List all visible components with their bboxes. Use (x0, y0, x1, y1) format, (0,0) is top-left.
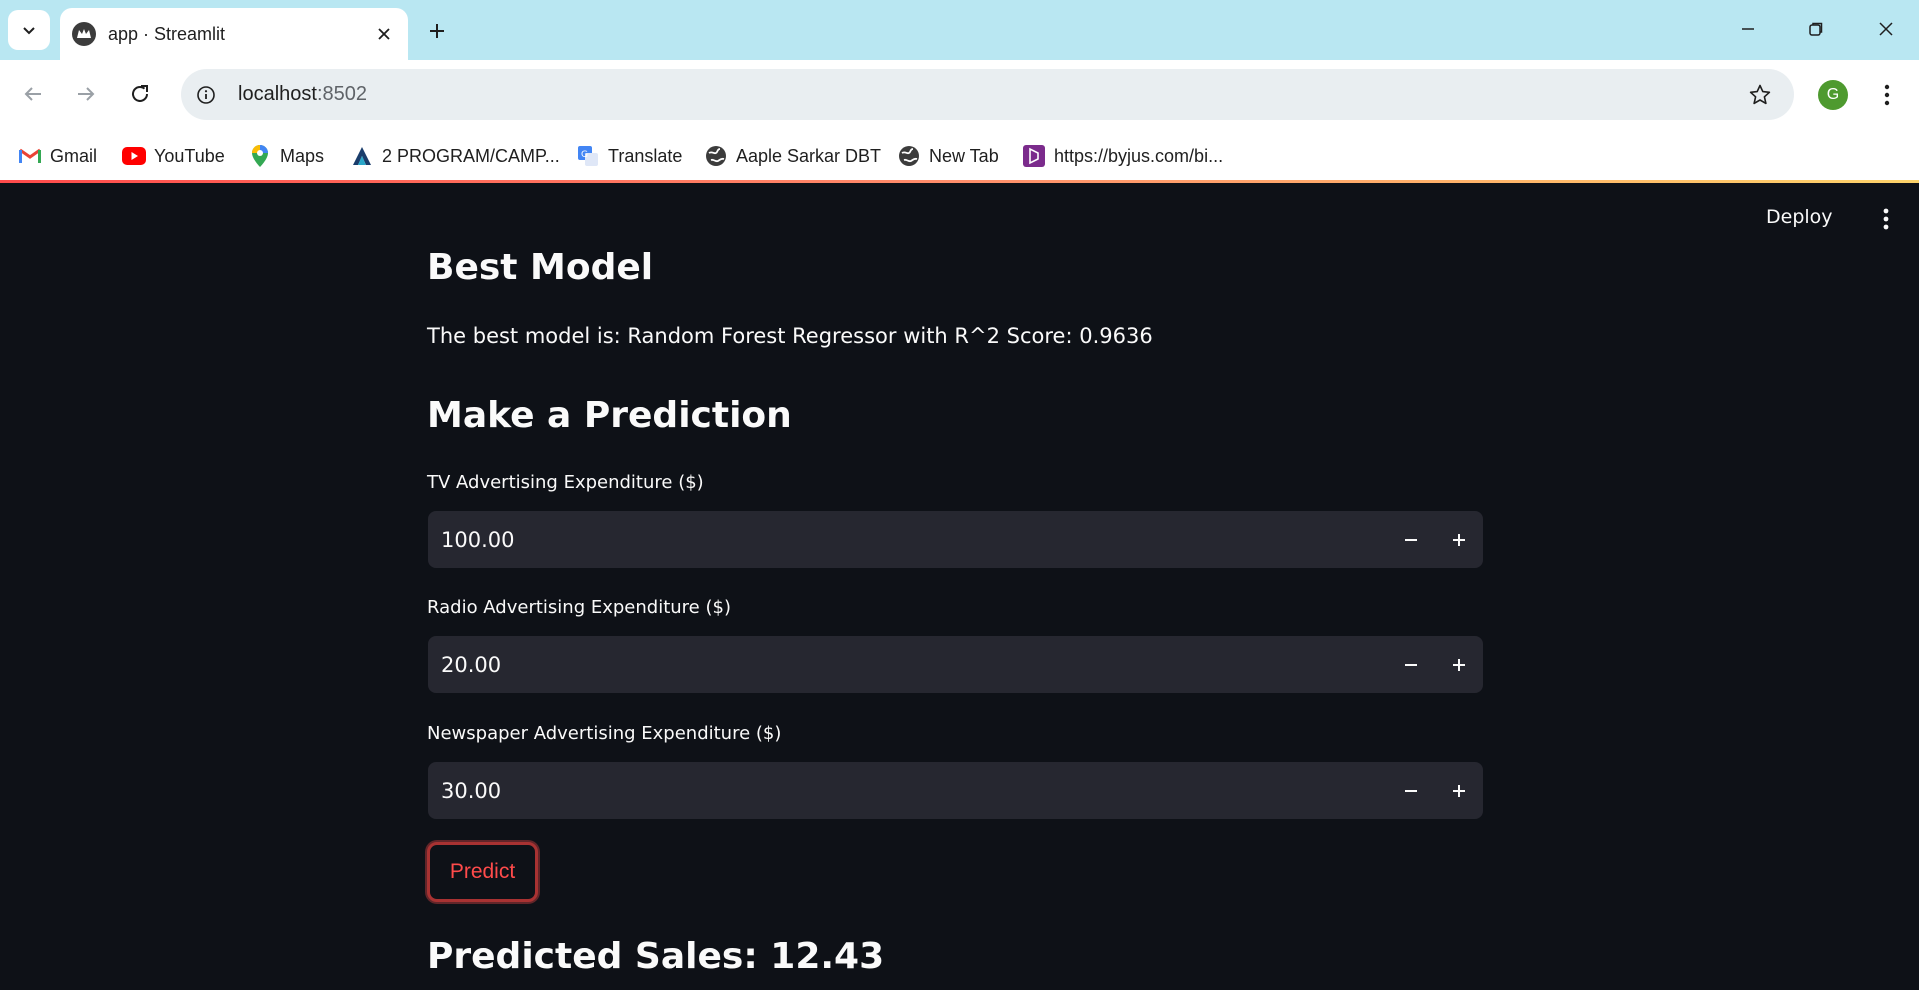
svg-text:G: G (581, 150, 588, 160)
translate-icon: G (576, 144, 600, 168)
browser-menu-button[interactable] (1872, 76, 1902, 114)
kebab-menu-icon (1884, 84, 1890, 106)
new-tab-button[interactable] (420, 14, 454, 48)
browser-toolbar: localhost:8502 (0, 60, 1919, 130)
tv-decrement-button[interactable] (1387, 511, 1435, 568)
plus-icon (1453, 784, 1465, 797)
bookmark-label: New Tab (929, 145, 999, 166)
minimize-icon (1742, 28, 1754, 30)
bookmark-label: Maps (280, 145, 325, 166)
reload-icon (132, 85, 148, 102)
bookmark-label: Translate (608, 145, 683, 166)
close-window-button[interactable] (1862, 8, 1910, 50)
restore-icon (1809, 22, 1823, 36)
bookmark-aaple-sarkar[interactable]: Aaple Sarkar DBT (704, 140, 881, 172)
profile-avatar[interactable]: G (1818, 80, 1848, 110)
bookmark-label: Gmail (50, 145, 98, 166)
deploy-button[interactable]: Deploy (1766, 206, 1833, 228)
minimize-window-button[interactable] (1724, 8, 1772, 50)
bookmark-star-icon[interactable] (1746, 81, 1774, 109)
make-prediction-heading: Make a Prediction (427, 395, 792, 436)
tv-expenditure-input[interactable]: 100.00 (428, 511, 1483, 568)
bookmark-label: Aaple Sarkar DBT (736, 145, 882, 166)
radio-expenditure-value[interactable]: 20.00 (441, 653, 1387, 677)
maps-icon (248, 144, 272, 168)
bookmarks-bar: Gmail YouTube Maps 2 PROGRAM/CAMP... G T… (0, 130, 1919, 182)
predicted-sales-heading: Predicted Sales: 12.43 (427, 936, 885, 977)
predict-button[interactable]: Predict (427, 842, 538, 902)
youtube-icon (122, 144, 146, 168)
newspaper-expenditure-value[interactable]: 30.00 (441, 779, 1387, 803)
browser-tabstrip: app · Streamlit (0, 0, 1919, 60)
bookmark-maps[interactable]: Maps (248, 140, 324, 172)
minus-icon (1405, 538, 1417, 541)
radio-decrement-button[interactable] (1387, 636, 1435, 693)
back-button[interactable] (13, 74, 53, 114)
bookmark-program[interactable]: 2 PROGRAM/CAMP... (350, 140, 560, 172)
tab-title: app · Streamlit (108, 23, 226, 44)
bookmark-translate[interactable]: G Translate (576, 140, 682, 172)
radio-expenditure-label: Radio Advertising Expenditure ($) (427, 597, 731, 618)
bookmark-new-tab[interactable]: New Tab (897, 140, 999, 172)
newspaper-expenditure-label: Newspaper Advertising Expenditure ($) (427, 723, 782, 744)
tv-expenditure-value[interactable]: 100.00 (441, 528, 1387, 552)
profile-initial: G (1826, 86, 1840, 103)
newspaper-decrement-button[interactable] (1387, 762, 1435, 819)
streamlit-app: Deploy Best Model The best model is: Ran… (0, 183, 1919, 990)
tv-increment-button[interactable] (1435, 511, 1483, 568)
newspaper-expenditure-input[interactable]: 30.00 (428, 762, 1483, 819)
minus-icon (1405, 663, 1417, 666)
reload-button[interactable] (120, 74, 160, 114)
bookmark-byjus[interactable]: https://byjus.com/bi... (1022, 140, 1223, 172)
forward-button[interactable] (66, 74, 106, 114)
arrow-left-icon (24, 87, 41, 101)
chevron-down-icon (23, 27, 35, 35)
newspaper-increment-button[interactable] (1435, 762, 1483, 819)
tv-expenditure-label: TV Advertising Expenditure ($) (427, 472, 704, 493)
best-model-heading: Best Model (427, 247, 654, 288)
arrow-right-icon (78, 87, 95, 101)
streamlit-favicon-icon (72, 22, 96, 46)
radio-expenditure-input[interactable]: 20.00 (428, 636, 1483, 693)
minus-icon (1405, 789, 1417, 792)
app-main-menu-button[interactable] (1873, 204, 1899, 234)
url-text: localhost:8502 (238, 83, 367, 105)
kebab-menu-icon (1883, 208, 1889, 230)
bookmark-label: YouTube (154, 145, 225, 166)
plus-icon (430, 24, 444, 38)
close-tab-icon[interactable] (372, 22, 396, 46)
browser-tab-active[interactable]: app · Streamlit (60, 8, 408, 60)
address-bar[interactable]: localhost:8502 (181, 69, 1794, 120)
plus-icon (1453, 533, 1465, 546)
plus-icon (1453, 658, 1465, 671)
radio-increment-button[interactable] (1435, 636, 1483, 693)
bookmark-label: https://byjus.com/bi... (1054, 145, 1224, 166)
byjus-icon (1022, 144, 1046, 168)
globe-icon (897, 144, 921, 168)
tab-search-button[interactable] (8, 10, 50, 50)
gmail-icon (18, 144, 42, 168)
restore-window-button[interactable] (1792, 8, 1840, 50)
bookmark-gmail[interactable]: Gmail (18, 140, 97, 172)
close-icon (1879, 22, 1893, 36)
program-icon (350, 144, 374, 168)
globe-icon (704, 144, 728, 168)
site-info-icon[interactable] (188, 77, 224, 113)
best-model-text: The best model is: Random Forest Regress… (427, 324, 1153, 348)
bookmark-label: 2 PROGRAM/CAMP... (382, 145, 560, 166)
bookmark-youtube[interactable]: YouTube (122, 140, 225, 172)
